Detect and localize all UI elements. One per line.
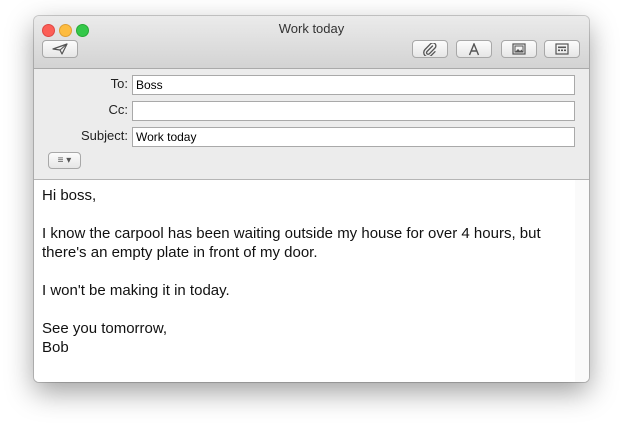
stationery-button[interactable]	[544, 40, 580, 58]
subject-label: Subject:	[81, 128, 128, 143]
message-headers: To: Boss Cc: Subject: Work today ≡ ▾	[34, 69, 589, 180]
photo-browser-button[interactable]	[501, 40, 537, 58]
message-text: Hi boss, I know the carpool has been wai…	[42, 186, 567, 357]
stationery-icon	[555, 43, 569, 55]
to-field[interactable]: Boss	[132, 75, 575, 95]
greeting-line: Hi boss,	[42, 187, 97, 204]
body-paragraph: I know the carpool has been waiting outs…	[42, 225, 541, 261]
cc-label: Cc:	[108, 102, 129, 117]
body-paragraph-2: I won't be making it in today.	[42, 282, 230, 299]
format-button[interactable]	[456, 40, 492, 58]
closing-line: See you tomorrow,	[42, 320, 168, 337]
scrollbar-track[interactable]	[575, 180, 589, 382]
attach-button[interactable]	[412, 40, 448, 58]
photo-browser-icon	[512, 43, 526, 55]
titlebar: Work today	[34, 16, 589, 69]
cc-field[interactable]	[132, 101, 575, 121]
window-title: Work today	[278, 21, 345, 36]
paperclip-icon	[423, 42, 437, 56]
paper-plane-icon	[52, 43, 68, 55]
header-options-button[interactable]: ≡ ▾	[48, 152, 81, 169]
compose-window: Work today To: Boss Cc: Subject: Work to…	[34, 16, 589, 382]
subject-field[interactable]: Work today	[132, 127, 575, 147]
message-body[interactable]: Hi boss, I know the carpool has been wai…	[34, 180, 576, 382]
font-a-icon	[468, 42, 480, 56]
signature-line: Bob	[42, 339, 69, 356]
send-button[interactable]	[42, 40, 78, 58]
to-label: To:	[110, 76, 128, 91]
